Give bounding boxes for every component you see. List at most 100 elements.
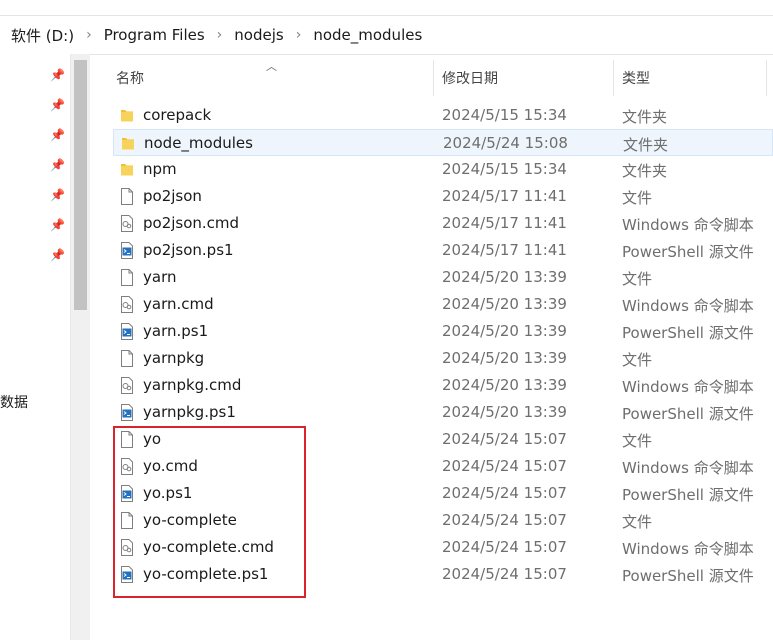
folder-icon xyxy=(120,161,134,178)
file-modified-date: 2024/5/15 15:34 xyxy=(442,160,567,178)
powershell-file-icon xyxy=(120,323,134,340)
file-row[interactable]: node_modules 2024/5/24 15:08 文件夹 xyxy=(113,129,773,156)
file-type: PowerShell 源文件 xyxy=(622,567,754,585)
file-name: yarn xyxy=(143,268,177,286)
file-modified-date: 2024/5/24 15:07 xyxy=(442,565,567,583)
file-row[interactable]: yarn 2024/5/20 13:39 文件 xyxy=(113,264,773,291)
file-row[interactable]: po2json.ps1 2024/5/17 11:41 PowerShell 源文件 xyxy=(113,237,773,264)
file-name: yarn.cmd xyxy=(143,295,214,313)
file-type: 文件 xyxy=(622,351,653,369)
file-modified-date: 2024/5/20 13:39 xyxy=(442,376,567,394)
cmd-file-icon xyxy=(120,296,134,313)
folder-icon xyxy=(120,107,134,124)
cmd-file-icon xyxy=(120,215,134,232)
pin-icon[interactable]: 📌 xyxy=(50,218,65,232)
chevron-right-icon[interactable]: › xyxy=(287,27,311,43)
column-type[interactable]: 类型 xyxy=(622,68,650,88)
file-name: yarn.ps1 xyxy=(143,322,209,340)
file-name: yarnpkg xyxy=(143,349,205,367)
column-date[interactable]: 修改日期 xyxy=(442,68,498,88)
file-name: node_modules xyxy=(144,134,253,152)
file-type: Windows 命令脚本 xyxy=(622,540,754,558)
file-type: Windows 命令脚本 xyxy=(622,216,754,234)
file-modified-date: 2024/5/17 11:41 xyxy=(442,187,567,205)
file-modified-date: 2024/5/24 15:07 xyxy=(442,484,567,502)
file-row[interactable]: corepack 2024/5/15 15:34 文件夹 xyxy=(113,102,773,129)
navigation-pane: 📌 📌 📌 📌 📌 📌 📌 数据 xyxy=(0,54,70,640)
breadcrumb-program-files[interactable]: Program Files xyxy=(101,26,208,44)
column-divider[interactable] xyxy=(613,60,614,96)
file-row[interactable]: npm 2024/5/15 15:34 文件夹 xyxy=(113,156,773,183)
file-type: 文件夹 xyxy=(623,136,669,154)
pin-icon[interactable]: 📌 xyxy=(50,128,65,142)
file-modified-date: 2024/5/24 15:08 xyxy=(443,134,568,152)
file-row[interactable]: yarn.cmd 2024/5/20 13:39 Windows 命令脚本 xyxy=(113,291,773,318)
file-modified-date: 2024/5/24 15:07 xyxy=(442,430,567,448)
file-modified-date: 2024/5/20 13:39 xyxy=(442,295,567,313)
file-icon xyxy=(120,269,134,286)
highlight-annotation xyxy=(113,426,306,598)
cmd-file-icon xyxy=(120,377,134,394)
column-header: ︿ 名称 修改日期 类型 xyxy=(90,54,773,99)
scrollbar-thumb[interactable] xyxy=(74,60,87,310)
powershell-file-icon xyxy=(120,242,134,259)
pin-icon[interactable]: 📌 xyxy=(50,158,65,172)
file-modified-date: 2024/5/17 11:41 xyxy=(442,214,567,232)
sort-ascending-icon: ︿ xyxy=(266,60,277,73)
breadcrumb-node-modules[interactable]: node_modules xyxy=(310,26,425,44)
file-modified-date: 2024/5/24 15:07 xyxy=(442,511,567,529)
file-row[interactable]: yarnpkg.cmd 2024/5/20 13:39 Windows 命令脚本 xyxy=(113,372,773,399)
file-row[interactable]: yarnpkg.ps1 2024/5/20 13:39 PowerShell 源文件 xyxy=(113,399,773,426)
column-divider[interactable] xyxy=(433,60,434,96)
file-icon xyxy=(120,188,134,205)
chevron-right-icon[interactable]: › xyxy=(208,27,232,43)
breadcrumb-nodejs[interactable]: nodejs xyxy=(231,26,286,44)
file-type: 文件 xyxy=(622,270,653,288)
file-modified-date: 2024/5/17 11:41 xyxy=(442,241,567,259)
file-row[interactable]: po2json.cmd 2024/5/17 11:41 Windows 命令脚本 xyxy=(113,210,773,237)
file-name: po2json.ps1 xyxy=(143,241,234,259)
pin-icon[interactable]: 📌 xyxy=(50,68,65,82)
file-modified-date: 2024/5/20 13:39 xyxy=(442,322,567,340)
file-row[interactable]: po2json 2024/5/17 11:41 文件 xyxy=(113,183,773,210)
file-type: Windows 命令脚本 xyxy=(622,378,754,396)
chevron-right-icon[interactable]: › xyxy=(77,27,101,43)
file-modified-date: 2024/5/24 15:07 xyxy=(442,457,567,475)
breadcrumb-drive[interactable]: 软件 (D:) xyxy=(0,25,77,46)
file-name: corepack xyxy=(143,106,212,124)
file-type: 文件夹 xyxy=(622,162,668,180)
nav-item-label[interactable]: 数据 xyxy=(0,392,28,412)
file-type: PowerShell 源文件 xyxy=(622,486,754,504)
file-type: PowerShell 源文件 xyxy=(622,405,754,423)
pin-icon[interactable]: 📌 xyxy=(50,188,65,202)
file-name: po2json xyxy=(143,187,202,205)
address-bar[interactable]: 软件 (D:) › Program Files › nodejs › node_… xyxy=(0,15,773,55)
file-name: yarnpkg.ps1 xyxy=(143,403,236,421)
pin-icon[interactable]: 📌 xyxy=(50,98,65,112)
column-name[interactable]: 名称 xyxy=(116,68,144,88)
file-row[interactable]: yarn.ps1 2024/5/20 13:39 PowerShell 源文件 xyxy=(113,318,773,345)
file-type: PowerShell 源文件 xyxy=(622,324,754,342)
file-modified-date: 2024/5/20 13:39 xyxy=(442,349,567,367)
file-modified-date: 2024/5/20 13:39 xyxy=(442,268,567,286)
nav-scrollbar[interactable] xyxy=(70,54,90,640)
file-name: npm xyxy=(143,160,177,178)
file-icon xyxy=(120,350,134,367)
file-type: 文件 xyxy=(622,189,653,207)
file-name: yarnpkg.cmd xyxy=(143,376,242,394)
file-modified-date: 2024/5/24 15:07 xyxy=(442,538,567,556)
column-divider[interactable] xyxy=(766,60,767,96)
file-type: Windows 命令脚本 xyxy=(622,459,754,477)
file-row[interactable]: yarnpkg 2024/5/20 13:39 文件 xyxy=(113,345,773,372)
file-type: 文件 xyxy=(622,432,653,450)
file-type: Windows 命令脚本 xyxy=(622,297,754,315)
file-modified-date: 2024/5/20 13:39 xyxy=(442,403,567,421)
file-name: po2json.cmd xyxy=(143,214,240,232)
file-type: 文件 xyxy=(622,513,653,531)
folder-icon xyxy=(121,135,135,152)
file-type: PowerShell 源文件 xyxy=(622,243,754,261)
pin-icon[interactable]: 📌 xyxy=(50,248,65,262)
powershell-file-icon xyxy=(120,404,134,421)
file-modified-date: 2024/5/15 15:34 xyxy=(442,106,567,124)
file-type: 文件夹 xyxy=(622,108,668,126)
